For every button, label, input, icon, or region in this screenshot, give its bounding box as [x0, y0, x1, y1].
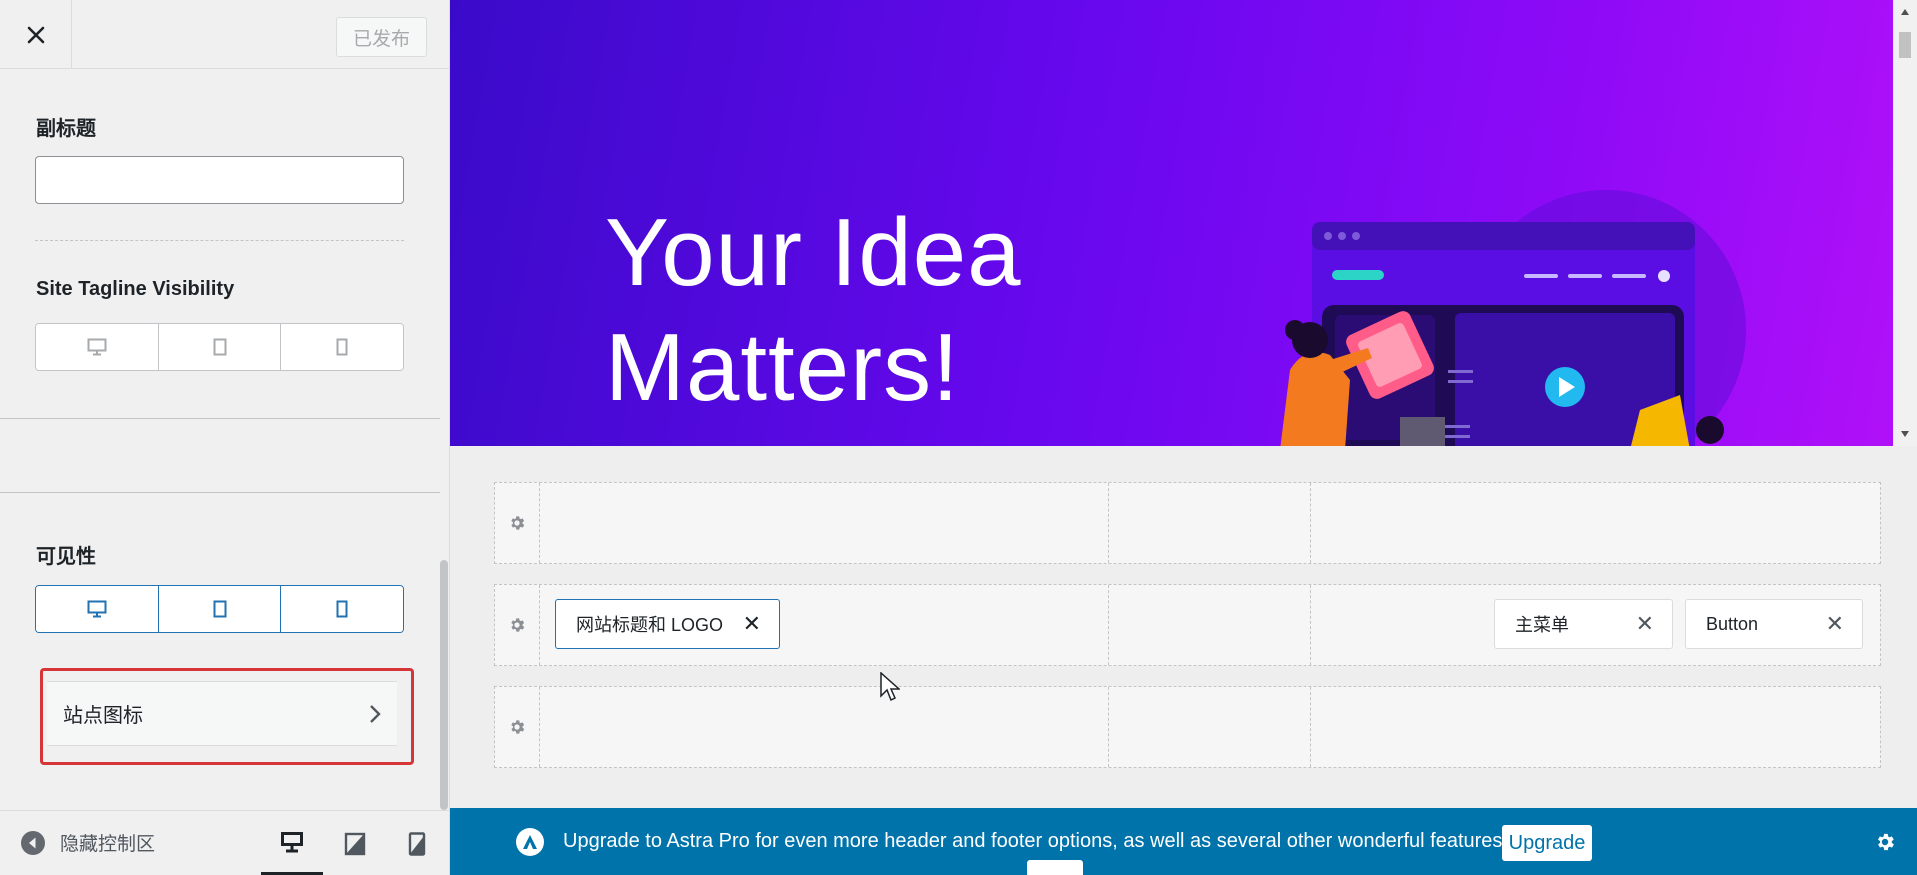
visibility-mobile-toggle[interactable]: [280, 586, 403, 632]
tagline-mobile-toggle[interactable]: [280, 324, 403, 370]
scroll-up-arrow-icon[interactable]: [1900, 8, 1910, 16]
subtitle-label: 副标题: [36, 118, 96, 140]
tablet-icon: [213, 600, 226, 618]
illustration-logo-bar: [1332, 270, 1384, 280]
column-divider: [1310, 483, 1311, 563]
preview-scrollbar[interactable]: [1893, 0, 1917, 446]
mouse-cursor-icon: [880, 672, 900, 702]
tagline-visibility-toggle: [35, 323, 404, 371]
visibility-toggle: [35, 585, 404, 633]
visibility-label: 可见性: [36, 546, 96, 568]
hero-heading-line-2: Matters!: [605, 314, 960, 421]
header-item-label: Button: [1706, 613, 1759, 634]
mobile-icon: [408, 831, 426, 856]
gear-icon: [511, 720, 525, 734]
upgrade-message: Upgrade to Astra Pro for even more heade…: [563, 830, 1508, 852]
divider: [35, 240, 404, 241]
visibility-desktop-toggle[interactable]: [36, 586, 158, 632]
hero-heading: Your Idea Matters!: [605, 195, 1021, 425]
hide-controls-label: 隐藏控制区: [60, 834, 156, 855]
builder-row-top[interactable]: [494, 482, 1881, 564]
subtitle-input[interactable]: [35, 156, 404, 204]
row-settings-button[interactable]: [495, 483, 540, 563]
hide-controls-button[interactable]: 隐藏控制区: [20, 829, 155, 856]
published-button[interactable]: 已发布: [336, 17, 427, 57]
desktop-icon: [281, 831, 303, 852]
preview-tablet-button[interactable]: [324, 811, 386, 875]
sidebar-scrollbar[interactable]: [440, 560, 448, 810]
tagline-tablet-toggle[interactable]: [157, 324, 281, 370]
sidebar-header: 已发布: [0, 0, 449, 69]
desktop-icon: [87, 338, 107, 356]
tablet-icon: [344, 832, 366, 855]
chevron-right-icon: [370, 704, 381, 723]
gear-icon: [511, 516, 525, 530]
site-icon-section-link[interactable]: 站点图标: [47, 681, 397, 746]
hero-illustration: [1280, 190, 1746, 446]
illustration-browser-bar: [1312, 222, 1695, 250]
preview-scrollbar-thumb[interactable]: [1899, 32, 1911, 58]
builder-settings-button[interactable]: [1853, 808, 1917, 875]
hero-heading-line-1: Your Idea: [605, 199, 1022, 306]
section-divider: [0, 418, 440, 419]
more-tab[interactable]: [1027, 860, 1083, 875]
sidebar-footer: 隐藏控制区: [0, 810, 449, 875]
preview-desktop-button[interactable]: [261, 811, 323, 875]
upgrade-button[interactable]: Upgrade: [1502, 825, 1592, 861]
scroll-down-arrow-icon[interactable]: [1900, 430, 1910, 438]
header-item-primary-menu[interactable]: 主菜单 ✕: [1494, 599, 1673, 649]
site-preview-hero: Your Idea Matters!: [450, 0, 1893, 446]
section-divider: [0, 492, 440, 493]
close-button[interactable]: [0, 0, 72, 69]
column-divider: [1108, 585, 1109, 665]
desktop-icon: [87, 600, 107, 618]
gear-icon: [511, 618, 525, 632]
header-builder: 网站标题和 LOGO ✕ 主菜单 ✕ Button ✕: [450, 446, 1917, 808]
row-settings-button[interactable]: [495, 585, 540, 665]
column-divider: [1108, 687, 1109, 767]
gear-icon: [1878, 833, 1894, 850]
remove-item-close-icon[interactable]: ✕: [743, 611, 761, 637]
builder-row-bottom[interactable]: [494, 686, 1881, 768]
row-settings-button[interactable]: [495, 687, 540, 767]
astra-logo-icon: [516, 828, 544, 856]
mobile-icon: [336, 338, 348, 356]
mobile-icon: [336, 600, 348, 618]
column-divider: [1310, 585, 1311, 665]
remove-item-close-icon[interactable]: ✕: [1826, 611, 1844, 637]
header-item-label: 网站标题和 LOGO: [576, 615, 724, 635]
upgrade-notice-bar: Upgrade to Astra Pro for even more heade…: [450, 808, 1917, 875]
tablet-icon: [213, 338, 226, 356]
site-icon-label: 站点图标: [63, 705, 143, 727]
remove-item-close-icon[interactable]: ✕: [1636, 611, 1654, 637]
close-icon: [27, 26, 44, 43]
tagline-desktop-toggle[interactable]: [36, 324, 158, 370]
header-item-label: 主菜单: [1515, 615, 1569, 635]
preview-mobile-button[interactable]: [386, 811, 448, 875]
collapse-arrow-icon: [21, 830, 45, 855]
column-divider: [1310, 687, 1311, 767]
visibility-tablet-toggle[interactable]: [157, 586, 281, 632]
customizer-sidebar: 已发布 副标题 Site Tagline Visibility 可见性 站点图标: [0, 0, 450, 875]
tagline-visibility-label: Site Tagline Visibility: [36, 278, 235, 300]
column-divider: [1108, 483, 1109, 563]
header-item-site-title-logo[interactable]: 网站标题和 LOGO ✕: [555, 599, 780, 649]
header-item-button[interactable]: Button ✕: [1685, 599, 1863, 649]
builder-row-primary[interactable]: 网站标题和 LOGO ✕ 主菜单 ✕ Button ✕: [494, 584, 1881, 666]
